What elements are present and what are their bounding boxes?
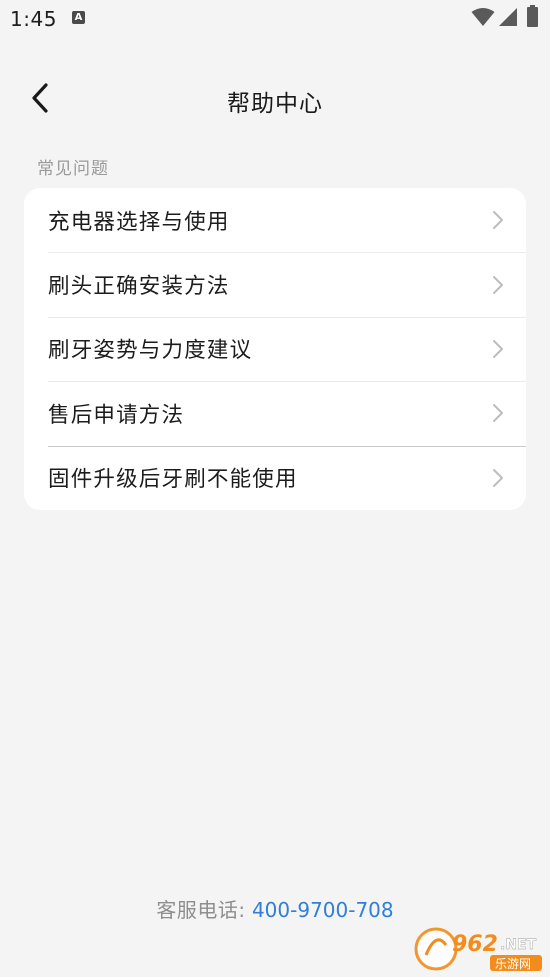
watermark-cn: 乐游网 [495,957,531,971]
chevron-right-icon [493,468,503,487]
faq-item-after-sales[interactable]: 售后申请方法 [24,381,526,445]
faq-item-brushing-posture[interactable]: 刷牙姿势与力度建议 [24,316,526,381]
faq-item-label: 刷牙姿势与力度建议 [48,338,253,364]
status-time: 1:45 [10,7,57,31]
a-notification-icon: A [72,11,85,24]
chevron-right-icon [493,339,503,358]
chevron-right-icon [493,211,503,230]
wifi-icon [471,8,495,26]
faq-item-label: 固件升级后牙刷不能使用 [48,467,298,493]
customer-service-phone-link[interactable]: 400-9700-708 [252,898,394,922]
customer-service-label: 客服电话: [156,898,246,922]
faq-item-label: 刷头正确安装方法 [48,274,230,300]
header: 帮助中心 [0,60,550,136]
watermark-suffix: .NET [500,937,537,953]
faq-item-firmware-upgrade[interactable]: 固件升级后牙刷不能使用 [24,445,526,510]
faq-item-brush-head-install[interactable]: 刷头正确安装方法 [24,252,526,316]
signal-icon [499,8,517,26]
faq-item-label: 充电器选择与使用 [48,209,230,235]
battery-icon [527,5,538,27]
faq-item-charger[interactable]: 充电器选择与使用 [24,188,526,252]
watermark-logo: 962 .NET 乐游网 [414,927,542,971]
section-label: 常见问题 [37,159,109,179]
faq-list: 充电器选择与使用 刷头正确安装方法 刷牙姿势与力度建议 售后申请方法 固件升级后… [24,188,526,510]
page-title: 帮助中心 [227,91,323,117]
status-bar: 1:45 A [0,0,550,40]
chevron-right-icon [493,275,503,294]
customer-service-footer: 客服电话: 400-9700-708 [0,894,550,923]
chevron-right-icon [493,404,503,423]
watermark-number: 962 [452,932,498,957]
faq-item-label: 售后申请方法 [48,402,185,428]
